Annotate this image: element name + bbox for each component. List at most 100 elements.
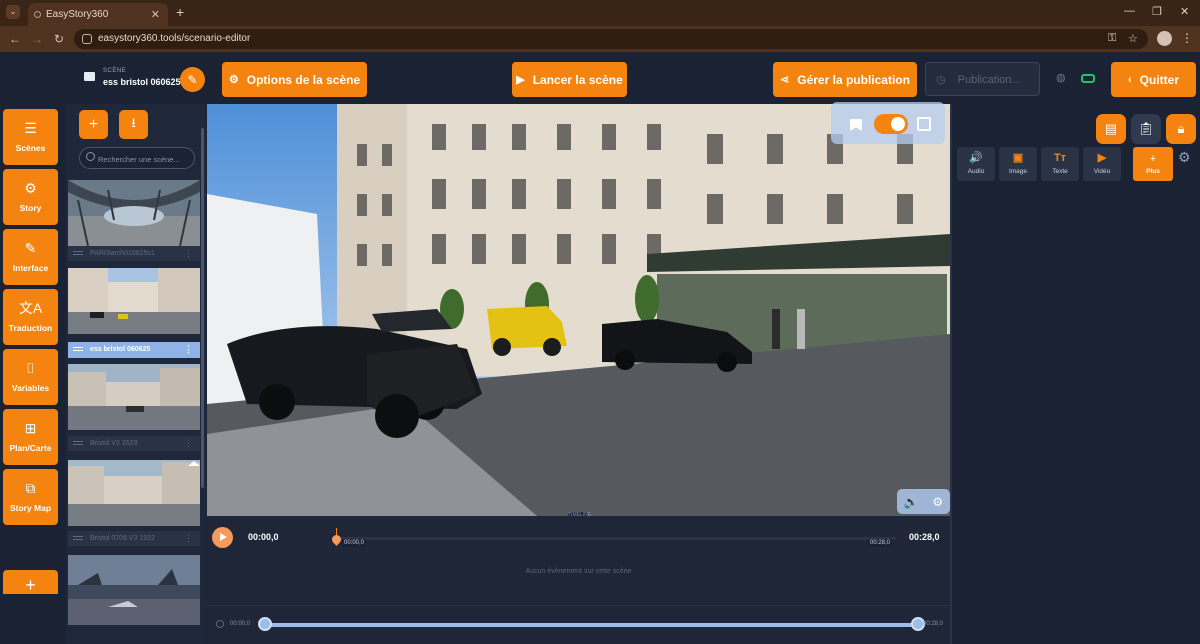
plus-label: Plus	[1146, 167, 1160, 175]
more-icon[interactable]: ⋮	[184, 533, 193, 544]
launch-scene-button[interactable]: ▶ Lancer la scène	[512, 62, 627, 97]
zoom-icon	[216, 620, 224, 628]
close-tab-icon[interactable]: ✕	[151, 8, 160, 21]
view-toggle[interactable]	[874, 114, 908, 134]
video-camera-icon: ▶	[1097, 152, 1107, 164]
url-text: easystory360.tools/scenario-editor	[98, 33, 251, 44]
scene-options-button[interactable]: ⚙ Options de la scène	[222, 62, 367, 97]
sidebar-item-story[interactable]: ⚙ Story	[3, 169, 58, 225]
add-text-button[interactable]: Tт Texte	[1041, 147, 1079, 181]
add-icon[interactable]: +	[3, 570, 58, 595]
scene-list-scrollbar[interactable]	[201, 128, 204, 488]
brush-icon: ✎	[24, 240, 37, 256]
manage-publication-label: Gérer la publication	[797, 72, 910, 87]
translate-icon: 文A	[18, 300, 43, 316]
more-icon[interactable]: ⋮	[184, 438, 193, 449]
pencil-icon: ✎	[187, 72, 198, 87]
map-icon: ⊞	[24, 420, 37, 436]
drag-handle-icon[interactable]	[73, 347, 83, 351]
sidebar-item-scenes[interactable]: ☰ Scènes	[3, 109, 58, 165]
panorama-preview	[68, 364, 200, 430]
sidebar-item-label: Plan/Carte	[9, 443, 52, 453]
quit-button[interactable]: ‹ Quitter	[1111, 62, 1196, 97]
scene-options-label: Options de la scène	[246, 72, 361, 87]
scene-search[interactable]	[79, 147, 195, 169]
scene-item-name: Bristol 0706 V3 1922	[90, 535, 155, 542]
close-window-icon[interactable]: ✕	[1180, 5, 1189, 18]
manage-publication-button[interactable]: ⋖ Gérer la publication	[773, 62, 917, 97]
scene-thumbnail[interactable]	[68, 555, 200, 625]
zoom-start-handle[interactable]	[258, 617, 272, 631]
volume-icon[interactable]: 🔊	[904, 495, 919, 509]
url-field[interactable]: easystory360.tools/scenario-editor ⚿ ☆	[74, 29, 1148, 49]
sidebar-item-label: Story Map	[9, 503, 52, 513]
download-icon: ⭳	[131, 114, 136, 130]
gear-icon: ⚙	[24, 180, 37, 196]
gear-icon[interactable]: ⚙	[1178, 149, 1191, 166]
timeline-tab[interactable]: TIMELINE	[568, 512, 591, 518]
maximize-icon[interactable]: ❐	[1152, 5, 1162, 18]
lock-button[interactable]: 🔒︎	[1166, 114, 1196, 144]
site-info-icon[interactable]	[82, 34, 92, 44]
viewer-controls: 🔊 ⚙	[897, 489, 950, 514]
list-item[interactable]: Bristol 0706 V3 1922 ⋮	[68, 531, 200, 546]
minimize-icon[interactable]: —	[1124, 5, 1135, 17]
sidebar-item-story-map[interactable]: ⧉ Story Map	[3, 469, 58, 525]
sidebar-item-plan-carte[interactable]: ⊞ Plan/Carte	[3, 409, 58, 465]
scene-thumbnail[interactable]	[68, 460, 200, 526]
play-circle-icon: ▶	[516, 74, 525, 86]
new-tab-icon[interactable]: +	[176, 4, 184, 20]
zoom-range-track[interactable]	[265, 623, 918, 627]
sidebar-item-traduction[interactable]: 文A Traduction	[3, 289, 58, 345]
panel-resize-handle[interactable]	[950, 104, 952, 644]
edit-scene-name-button[interactable]: ✎	[180, 67, 205, 92]
more-icon[interactable]: ⋮	[184, 248, 193, 259]
list-item[interactable]: Bristol V2 2629 ⋮	[68, 436, 200, 451]
clipboard-button[interactable]: 📋︎	[1131, 114, 1161, 144]
scene-thumbnail[interactable]	[68, 268, 200, 334]
timeline-track[interactable]	[336, 537, 896, 540]
sidebar-item-interface[interactable]: ✎ Interface	[3, 229, 58, 285]
drag-handle-icon[interactable]	[73, 251, 83, 255]
sidebar-item-label: Scènes	[15, 143, 46, 153]
browser-tab[interactable]: EasyStory360 ✕	[28, 3, 168, 26]
sidebar-item-variables[interactable]: ⌷ Variables	[3, 349, 58, 405]
add-audio-button[interactable]: 🔊 Audio	[957, 147, 995, 181]
gear-icon: ⚙	[228, 74, 239, 86]
focus-icon[interactable]	[917, 117, 931, 131]
more-icon[interactable]: ⋮	[184, 344, 193, 355]
vr-headset-icon[interactable]	[1081, 74, 1095, 83]
more-elements-button[interactable]: + Plus	[1133, 147, 1173, 181]
reload-icon[interactable]: ↻	[54, 32, 64, 46]
panorama-preview	[68, 268, 200, 334]
password-key-icon[interactable]: ⚿	[1108, 32, 1116, 45]
lock-icon: 🔒︎	[1177, 121, 1185, 136]
panorama-viewer[interactable]	[207, 104, 950, 516]
scene-thumbnail[interactable]	[68, 364, 200, 430]
back-icon[interactable]: ←	[9, 32, 21, 46]
tab-search-icon[interactable]: ⌄	[6, 5, 20, 19]
forward-icon[interactable]: →	[31, 32, 43, 46]
image-icon: ▣	[1012, 152, 1024, 164]
list-item[interactable]: PARISarch010625s1 ⋮	[68, 246, 200, 261]
play-button[interactable]	[212, 527, 233, 548]
add-image-button[interactable]: ▣ Image	[999, 147, 1037, 181]
bookmark-star-icon[interactable]: ☆	[1128, 32, 1138, 45]
add-scene-button[interactable]: +	[79, 110, 108, 139]
drag-handle-icon[interactable]	[73, 536, 83, 540]
tab-title: EasyStory360	[46, 9, 109, 20]
download-scene-button[interactable]: ⭳	[119, 110, 148, 139]
scene-thumbnail[interactable]	[68, 180, 200, 246]
browser-menu-icon[interactable]: ⋮	[1181, 31, 1193, 45]
drag-handle-icon[interactable]	[73, 441, 83, 445]
quit-label: Quitter	[1139, 72, 1179, 87]
search-input[interactable]	[98, 152, 192, 166]
list-item[interactable]: ess bristol 060625 ⋮	[68, 342, 200, 358]
add-video-button[interactable]: ▶ Vidéo	[1083, 147, 1121, 181]
settings-icon[interactable]: ⚙	[932, 495, 943, 509]
globe-icon[interactable]: ◍	[1056, 71, 1066, 84]
panorama-preview	[68, 180, 200, 246]
scene-item-name: PARISarch010625s1	[90, 250, 155, 257]
profile-avatar[interactable]	[1157, 31, 1172, 46]
add-folder-button[interactable]: ▤	[1096, 114, 1126, 144]
